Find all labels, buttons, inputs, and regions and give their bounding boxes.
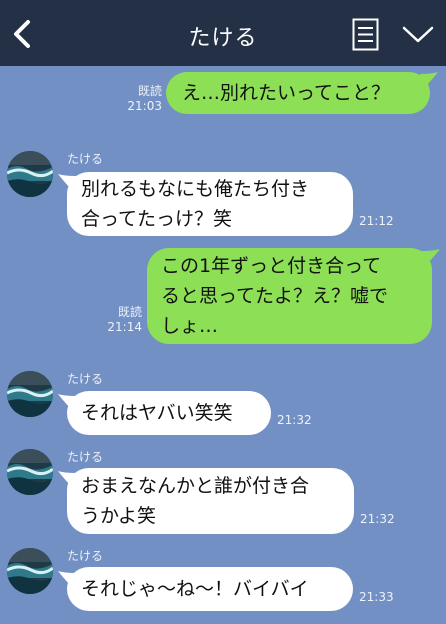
read-receipt: 既読 <box>117 305 142 319</box>
message-text-line: ると思ってたよ？え？嘘で <box>161 285 389 307</box>
expand-button[interactable] <box>402 26 434 44</box>
sender-name: たける <box>67 152 104 166</box>
chat-title: たける <box>188 26 258 51</box>
avatar[interactable] <box>7 548 53 594</box>
chat-header: たける <box>0 0 446 66</box>
message-time: 21:12 <box>359 214 394 228</box>
chevron-down-icon <box>402 26 434 43</box>
message-text-line: うかよ笑 <box>81 505 157 527</box>
avatar[interactable] <box>7 449 53 495</box>
read-receipt: 既読 <box>137 84 162 98</box>
message-bubble-incoming[interactable]: 別れるもなにも俺たち付き 合ってたっけ？笑 <box>67 172 353 236</box>
avatar-ocean-wave <box>7 371 53 417</box>
avatar-ocean-wave <box>7 151 53 197</box>
message-time: 21:32 <box>277 413 312 427</box>
message-bubble-incoming[interactable]: おまえなんかと誰が付き合 うかよ笑 <box>67 468 354 534</box>
message-time: 21:32 <box>360 512 395 526</box>
chat-area[interactable]: 既読 21:03 え…別れたいってこと？ たける 別れるもなにも俺たち付き 合っ… <box>0 66 446 624</box>
sender-name: たける <box>67 372 104 386</box>
message-bubble-incoming[interactable]: それじゃ〜ね〜！バイバイ <box>67 567 353 611</box>
message-text-line: 合ってたっけ？笑 <box>81 208 233 230</box>
avatar[interactable] <box>7 371 53 417</box>
message-bubble-incoming[interactable]: それはヤバい笑笑 <box>67 391 271 435</box>
message-bubble-outgoing[interactable]: この1年ずっと付き合って ると思ってたよ？え？嘘で しょ… <box>147 248 432 344</box>
message-time: 21:14 <box>107 320 142 334</box>
avatar[interactable] <box>7 151 53 197</box>
message-text-line: この1年ずっと付き合って <box>161 255 382 277</box>
message-time: 21:03 <box>127 99 162 113</box>
message-meta: 既読 21:03 <box>110 84 162 114</box>
message-text: それはヤバい笑笑 <box>81 402 233 424</box>
message-time: 21:33 <box>359 590 394 604</box>
sender-name: たける <box>67 450 104 464</box>
message-text-line: しょ… <box>161 315 219 337</box>
avatar-ocean-wave <box>7 449 53 495</box>
avatar-ocean-wave <box>7 548 53 594</box>
sender-name: たける <box>67 549 104 563</box>
menu-document-icon <box>352 18 379 51</box>
message-text-line: おまえなんかと誰が付き合 <box>81 475 310 497</box>
message-text-line: 別れるもなにも俺たち付き <box>81 178 310 200</box>
message-text: それじゃ〜ね〜！バイバイ <box>81 578 309 600</box>
menu-button[interactable] <box>352 18 379 51</box>
message-bubble-outgoing[interactable]: え…別れたいってこと？ <box>166 72 430 114</box>
message-meta: 既読 21:14 <box>94 305 142 335</box>
message-text: え…別れたいってこと？ <box>182 82 391 104</box>
